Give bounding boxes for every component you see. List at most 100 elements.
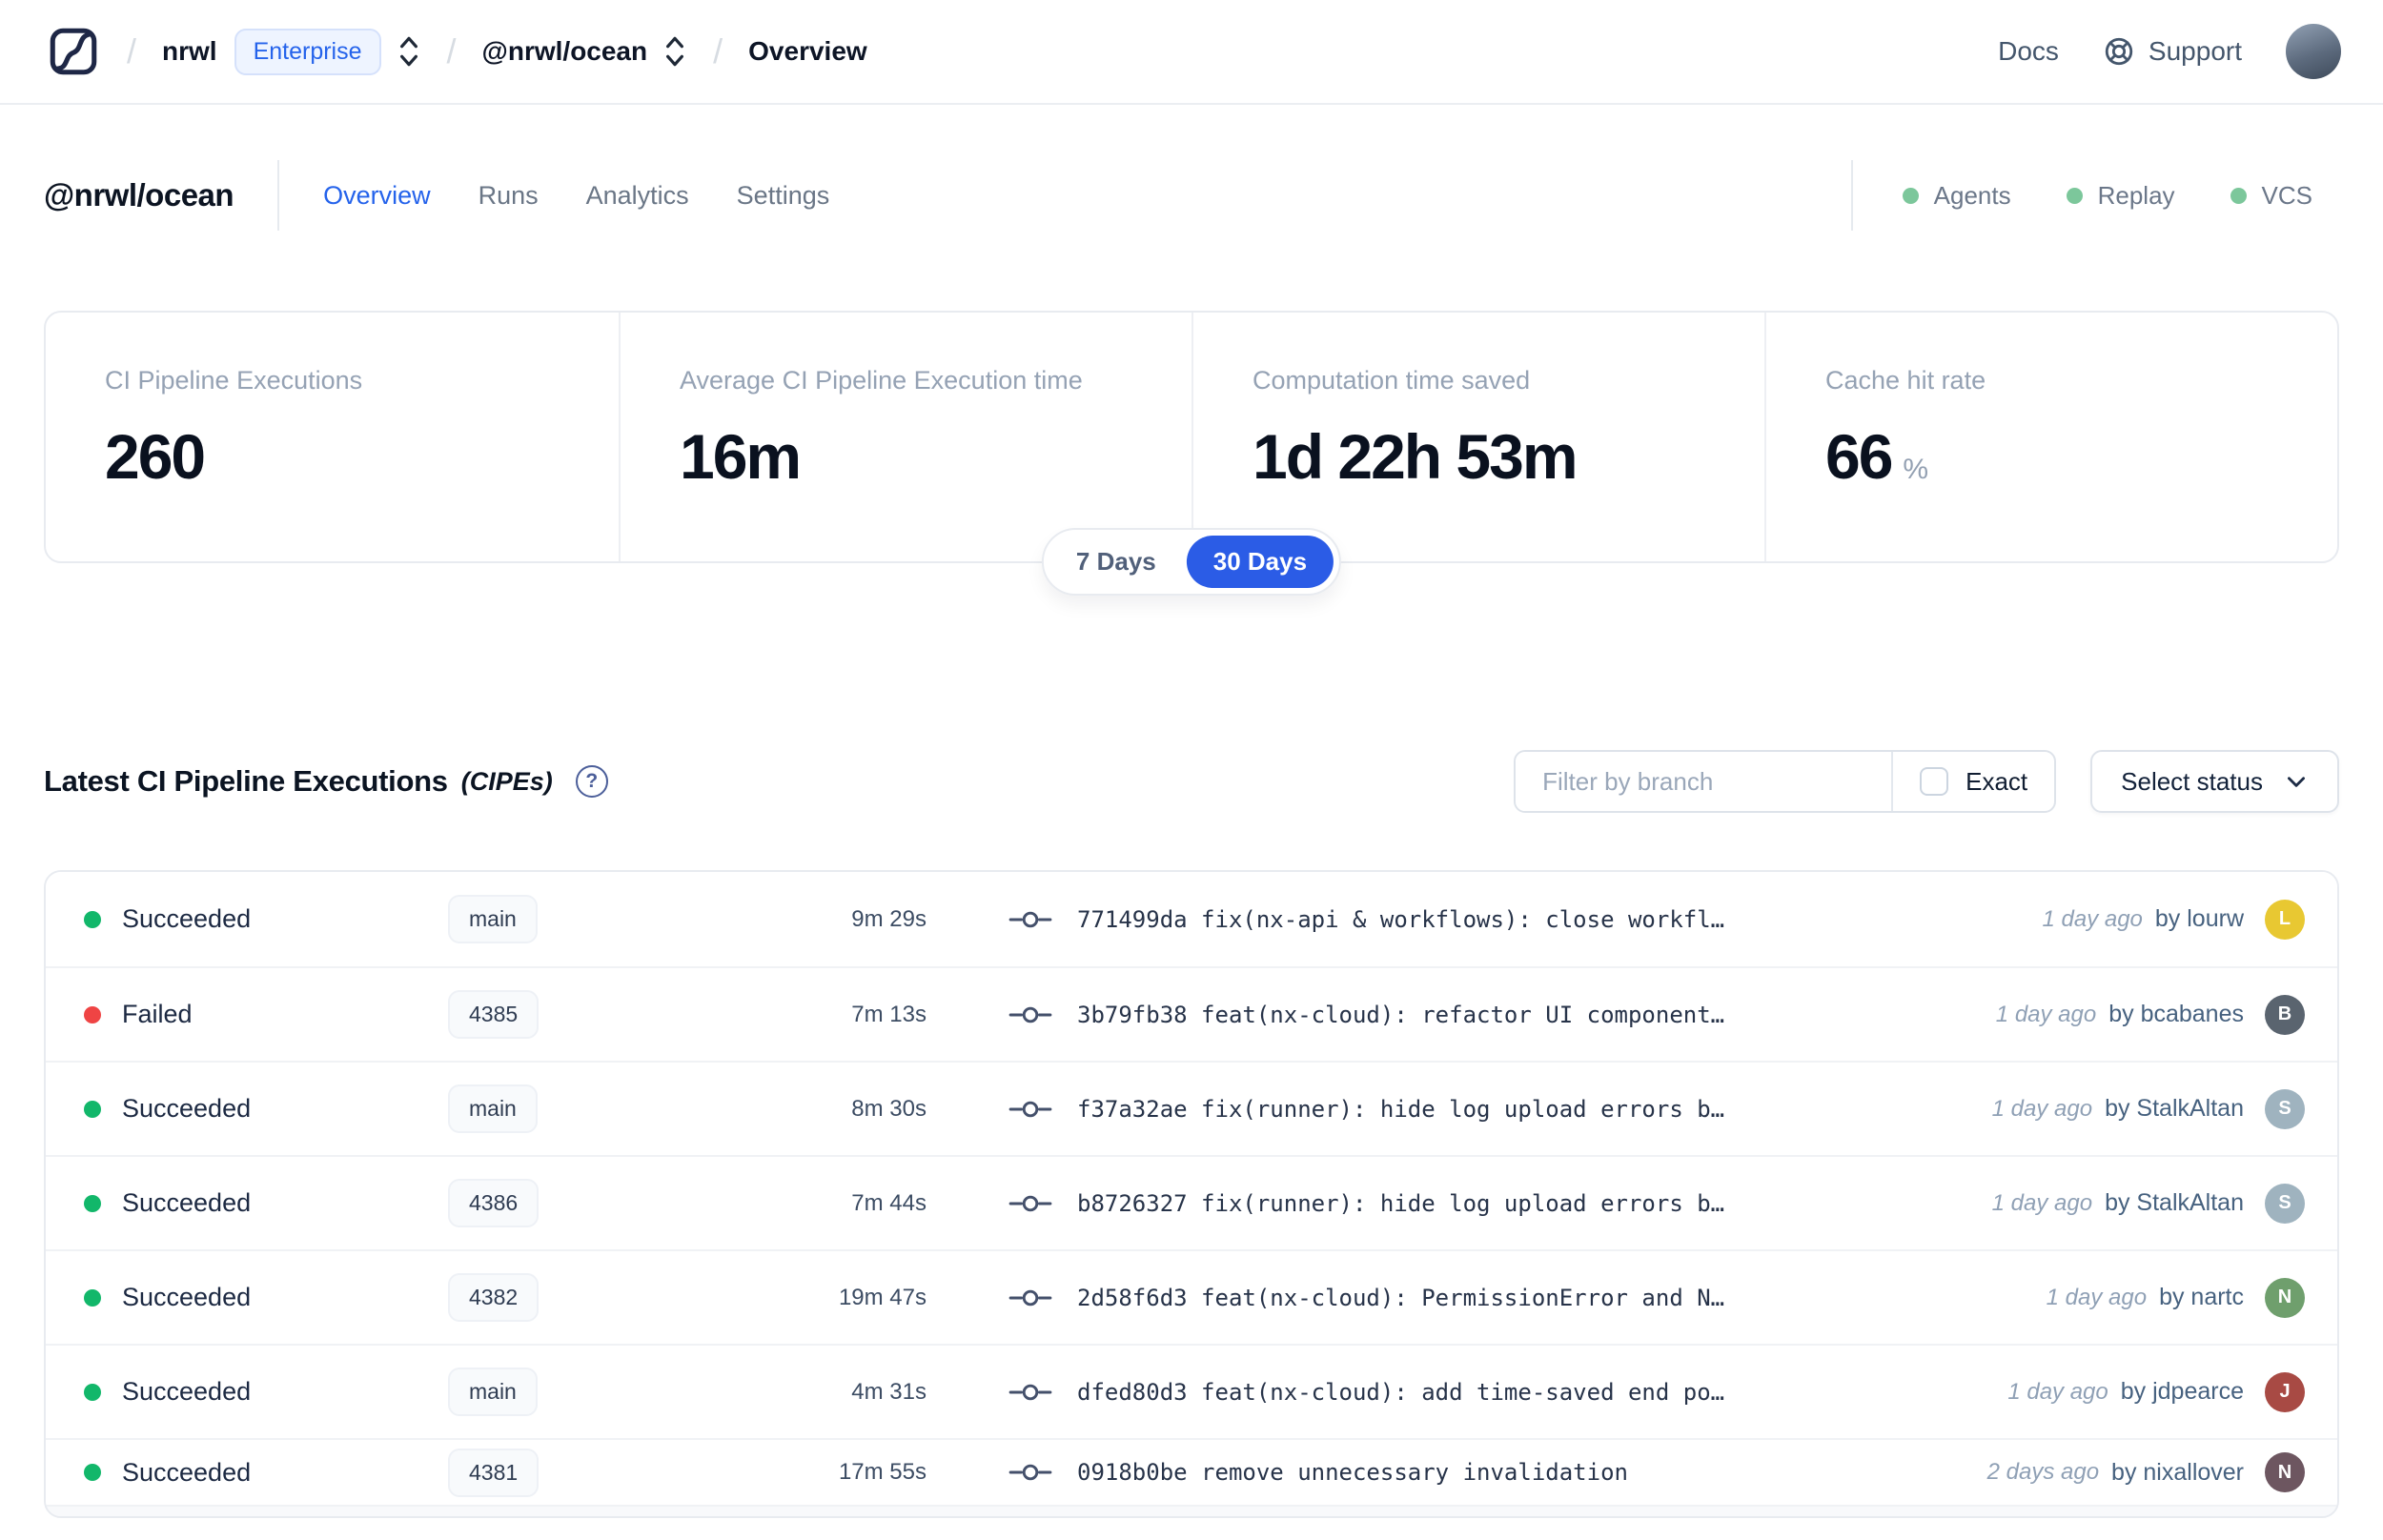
status-label: Succeeded [122,1283,252,1311]
green-dot-icon [1902,187,1919,204]
workspace-tabs: Overview Runs Analytics Settings [323,181,829,211]
stat-unit: % [1903,454,1929,485]
table-row[interactable]: Succeeded 4386 7m 44s b8726327 fix(runne… [46,1155,2337,1249]
duration-label: 4m 31s [851,1378,927,1405]
toggle-30-days[interactable]: 30 Days [1186,536,1334,588]
cipe-table: Succeeded main 9m 29s 771499da fix(nx-ap… [44,870,2339,1518]
commit-message: f37a32ae fix(runner): hide log upload er… [1077,1095,1725,1123]
breadcrumb-workspace[interactable]: @nrwl/ocean [482,36,648,67]
lifebuoy-icon [2103,35,2135,68]
branch-filter-input[interactable] [1516,752,1892,811]
time-ago-label: 2 days ago [1986,1459,2100,1485]
stat-ci-pipeline-executions: CI Pipeline Executions 260 [46,313,619,561]
breadcrumb-separator: / [446,31,457,71]
stat-value: 66 [1825,421,1893,492]
time-ago-label: 1 day ago [1991,1095,2093,1122]
green-dot-icon [2066,187,2083,204]
status-label: Failed [122,1000,193,1028]
git-commit-icon [1008,1380,1052,1405]
docs-label: Docs [1998,36,2059,66]
exact-label: Exact [1965,766,2028,796]
avatar: N [2265,1277,2305,1318]
status-dot-icon [84,910,101,928]
commit-message: 771499da fix(nx-api & workflows): close … [1077,905,1725,933]
page-title: @nrwl/ocean [44,177,234,213]
branch-filter-group: Exact [1514,750,2057,813]
time-ago-label: 1 day ago [2046,1284,2148,1310]
support-link[interactable]: Support [2103,35,2242,68]
avatar: S [2265,1183,2305,1224]
git-commit-icon [1008,1286,1052,1310]
help-icon[interactable]: ? [575,765,608,798]
exact-checkbox[interactable] [1920,767,1949,796]
table-row[interactable]: Succeeded 4381 17m 55s 0918b0be remove u… [46,1438,2337,1505]
commit-message: 0918b0be remove unnecessary invalidation [1077,1459,1628,1486]
org-switcher-button[interactable] [397,33,421,70]
user-avatar[interactable] [2286,24,2341,79]
nx-cloud-logo-icon[interactable] [46,24,101,79]
branch-badge: main [448,1368,538,1416]
breadcrumb-org[interactable]: nrwl [162,36,217,67]
tab-analytics[interactable]: Analytics [586,181,689,211]
indicator-replay[interactable]: Replay [2066,180,2175,211]
time-ago-label: 1 day ago [1995,1001,2097,1027]
plan-badge: Enterprise [234,28,381,75]
breadcrumb-page: Overview [748,36,867,66]
duration-label: 7m 13s [851,1001,927,1027]
duration-label: 19m 47s [838,1284,927,1310]
indicator-agents[interactable]: Agents [1902,180,2011,211]
status-dot-icon [84,1383,101,1401]
support-label: Support [2148,36,2242,66]
commit-message: dfed80d3 feat(nx-cloud): add time-saved … [1077,1378,1725,1406]
stat-value: 16m [680,421,802,492]
section-title-suffix: (CIPEs) [460,766,553,796]
workspace-switcher-button[interactable] [662,33,687,70]
stat-label: Computation time saved [1253,366,1531,395]
stat-value: 1d 22h 53m [1253,421,1578,492]
indicator-label: Agents [1933,180,2011,210]
divider [277,160,280,231]
tab-settings[interactable]: Settings [737,181,830,211]
divider [1850,160,1853,231]
author-label: by StalkAltan [2105,1095,2244,1122]
workspace-header: @nrwl/ocean Overview Runs Analytics Sett… [0,105,2383,231]
table-row[interactable]: Succeeded 4382 19m 47s 2d58f6d3 feat(nx-… [46,1249,2337,1344]
toggle-7-days[interactable]: 7 Days [1049,536,1183,588]
git-commit-icon [1008,1460,1052,1485]
status-dot-icon [84,1194,101,1212]
indicator-label: Replay [2097,180,2175,210]
time-ago-label: 1 day ago [2007,1378,2108,1405]
table-row[interactable]: Succeeded main 9m 29s 771499da fix(nx-ap… [46,872,2337,966]
green-dot-icon [2230,187,2247,204]
git-commit-icon [1008,1003,1052,1027]
status-dot-icon [84,1464,101,1481]
status-indicators: Agents Replay VCS [1902,180,2337,211]
git-commit-icon [1008,1097,1052,1122]
top-nav: / nrwl Enterprise / @nrwl/ocean / Overvi… [0,0,2383,105]
git-commit-icon [1008,1191,1052,1216]
stats-section: CI Pipeline Executions 260 Average CI Pi… [44,311,2339,596]
date-range-toggle: 7 Days 30 Days [1041,528,1342,596]
author-label: by StalkAltan [2105,1189,2244,1216]
cipes-header: Latest CI Pipeline Executions (CIPEs) ? … [44,750,2339,813]
table-row[interactable]: Succeeded main 4m 31s dfed80d3 feat(nx-c… [46,1344,2337,1438]
tab-runs[interactable]: Runs [479,181,539,211]
duration-label: 9m 29s [851,905,927,932]
indicator-vcs[interactable]: VCS [2230,181,2312,211]
tab-overview[interactable]: Overview [323,181,431,211]
docs-link[interactable]: Docs [1998,36,2059,67]
select-status-button[interactable]: Select status [2090,750,2339,813]
avatar: J [2265,1371,2305,1412]
avatar: N [2265,1452,2305,1492]
commit-message: 2d58f6d3 feat(nx-cloud): PermissionError… [1077,1284,1725,1311]
table-row[interactable]: Failed 4385 7m 13s 3b79fb38 feat(nx-clou… [46,966,2337,1061]
time-ago-label: 1 day ago [1991,1189,2093,1216]
duration-label: 8m 30s [851,1095,927,1122]
status-label: Succeeded [122,1377,252,1406]
branch-badge: main [448,895,538,943]
section-title: Latest CI Pipeline Executions [44,764,448,798]
author-label: by jdpearce [2120,1378,2244,1405]
status-dot-icon [84,1005,101,1023]
table-row[interactable]: Succeeded main 8m 30s f37a32ae fix(runne… [46,1061,2337,1155]
stat-label: CI Pipeline Executions [105,366,363,395]
